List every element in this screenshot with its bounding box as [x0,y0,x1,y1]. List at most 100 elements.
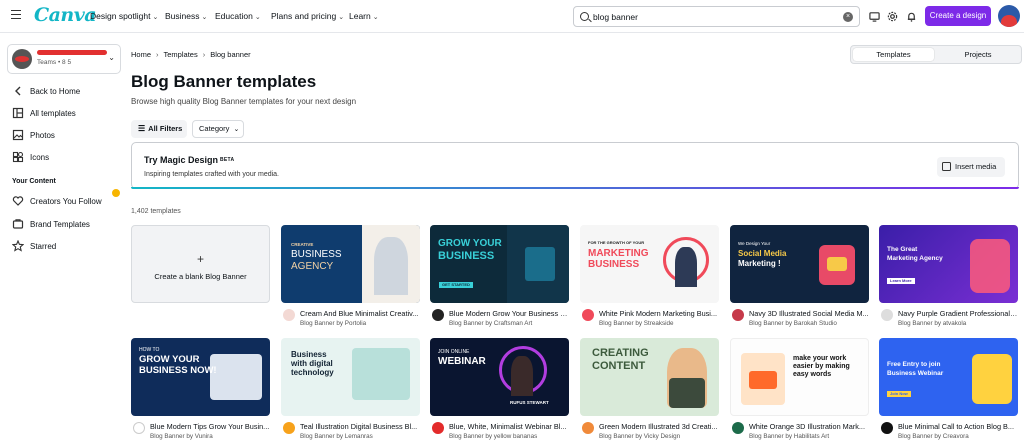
template-thumbnail[interactable]: Business with digital technology [281,338,420,416]
create-blank-card[interactable]: + Create a blank Blog Banner [131,225,270,303]
sidebar-item-creators-you-follow[interactable]: Creators You Follow [12,195,102,207]
template-creator: Blog Banner by Habilitats Art [749,433,830,440]
sidebar-item-brand-templates[interactable]: Brand Templates [12,218,90,230]
nav-learn[interactable]: Learn ⌄ [349,11,379,21]
create-design-button[interactable]: Create a design [925,6,991,26]
page-subtitle: Browse high quality Blog Banner template… [131,97,357,106]
all-filters-button[interactable]: ☰ All Filters [131,120,187,138]
back-to-home[interactable]: Back to Home [12,85,80,97]
magic-design-title: Try Magic Design [144,155,219,165]
template-creator: Blog Banner by Lemanras [300,433,373,440]
team-avatar [12,49,32,69]
breadcrumb-home[interactable]: Home [131,50,151,59]
search-input[interactable] [593,10,833,24]
breadcrumb-templates[interactable]: Templates [164,50,198,59]
template-thumbnail[interactable]: CREATIVE BUSINESS AGENCY [281,225,420,303]
template-thumbnail[interactable]: The Great Marketing Agency Learn More [879,225,1018,303]
tab-projects[interactable]: Projects [937,48,1019,61]
template-title: White Pink Modern Marketing Busi... [599,309,718,318]
template-thumbnail[interactable]: make your work easier by making easy wor… [730,338,869,416]
image-upload-icon [942,162,951,171]
search-bar[interactable]: × [573,6,860,27]
template-creator: Blog Banner by Barokah Studio [749,320,837,327]
template-count: 1,402 templates [131,208,181,215]
creator-logo [432,309,444,321]
clear-search-icon[interactable]: × [843,12,853,22]
template-creator: Blog Banner by Streakside [599,320,674,327]
chevron-right-icon: › [156,50,159,59]
template-thumbnail[interactable]: We Design Your Social Media Marketing ! [730,225,869,303]
template-title: Teal Illustration Digital Business Bl... [300,422,418,431]
creator-logo [582,309,594,321]
template-creator: Blog Banner by atvakola [898,320,967,327]
category-dropdown[interactable]: Category ⌄ [192,120,244,138]
template-thumbnail[interactable]: CREATING CONTENT [580,338,719,416]
create-blank-label: Create a blank Blog Banner [154,272,247,281]
template-title: Navy 3D Illustrated Social Media M... [749,309,869,318]
sidebar-item-icons[interactable]: Icons [12,151,49,163]
template-title: Blue Modern Grow Your Business B... [449,309,569,318]
template-creator: Blog Banner by Craftsman Art [449,320,533,327]
canva-logo[interactable]: Canva [34,4,97,26]
shapes-icon [12,151,24,163]
template-thumbnail[interactable]: Free Entry to join Business Webinar Join… [879,338,1018,416]
heart-icon [12,196,24,206]
template-title: Blue Modern Tips Grow Your Busin... [150,422,270,431]
sidebar-section-your-content: Your Content [12,178,56,185]
template-creator: Blog Banner by yellow bananas [449,433,538,440]
chevron-down-icon: ⌄ [152,14,159,21]
chevron-down-icon: ⌄ [108,53,115,62]
template-creator: Blog Banner by Vicky Design [599,433,681,440]
tab-templates[interactable]: Templates [853,48,934,61]
team-subtitle: Teams • 8 5 [37,59,72,66]
creator-logo [133,422,145,434]
creator-logo [881,422,893,434]
sidebar-item-photos[interactable]: Photos [12,129,55,141]
star-icon [12,240,24,252]
chevron-down-icon: ⌄ [372,14,379,21]
magic-design-panel: Try Magic Design BETA Inspiring template… [131,142,1019,189]
beta-badge: BETA [220,157,235,163]
template-title: Cream And Blue Minimalist Creativ... [300,309,419,318]
chevron-down-icon: ⌄ [233,126,240,133]
filter-icon: ☰ [138,124,146,133]
creator-logo [732,422,744,434]
sidebar-item-all-templates[interactable]: All templates [12,107,76,119]
nav-plans-pricing[interactable]: Plans and pricing ⌄ [271,11,344,21]
template-title: Navy Purple Gradient Professional ... [898,309,1018,318]
brand-icon [12,219,24,229]
sidebar-item-starred[interactable]: Starred [12,240,56,252]
bell-icon[interactable] [906,11,917,22]
template-title: White Orange 3D Illustration Mark... [749,422,865,431]
nav-design-spotlight[interactable]: Design spotlight ⌄ [90,11,158,21]
creator-logo [283,309,295,321]
breadcrumb: Home › Templates › Blog banner [131,50,251,59]
template-title: Blue, White, Minimalist Webinar Bl... [449,422,567,431]
magic-design-description: Inspiring templates crafted with your me… [144,171,280,178]
insert-media-button[interactable]: Insert media [937,157,1005,177]
template-thumbnail[interactable]: FOR THE GROWTH OF YOUR MARKETING BUSINES… [580,225,719,303]
creator-logo [432,422,444,434]
nav-education[interactable]: Education ⌄ [215,11,261,21]
nav-business[interactable]: Business ⌄ [165,11,207,21]
chevron-right-icon: › [202,50,206,59]
search-icon [580,12,589,21]
templates-icon [12,107,24,119]
template-thumbnail[interactable]: JOIN ONLINE WEBINAR RUFUS STEWART [430,338,569,416]
crown-badge-icon [112,189,120,197]
user-avatar[interactable] [998,5,1020,27]
gear-icon[interactable] [887,11,898,22]
plus-icon: + [196,252,204,266]
chevron-left-icon [15,86,21,96]
creator-logo [881,309,893,321]
team-switcher[interactable]: Teams • 8 5 ⌄ [7,44,121,74]
top-bar: Canva Design spotlight ⌄ Business ⌄ Educat… [0,0,1024,33]
template-thumbnail[interactable]: GROW YOUR BUSINESS GET STARTED [430,225,569,303]
template-thumbnail[interactable]: HOW TO GROW YOUR BUSINESS NOW! [131,338,270,416]
creator-logo [732,309,744,321]
monitor-icon[interactable] [869,11,880,22]
menu-icon[interactable] [11,10,21,19]
chevron-down-icon: ⌄ [338,14,345,21]
template-creator: Blog Banner by Portolia [300,320,367,327]
templates-projects-toggle: Templates Projects [850,45,1022,64]
